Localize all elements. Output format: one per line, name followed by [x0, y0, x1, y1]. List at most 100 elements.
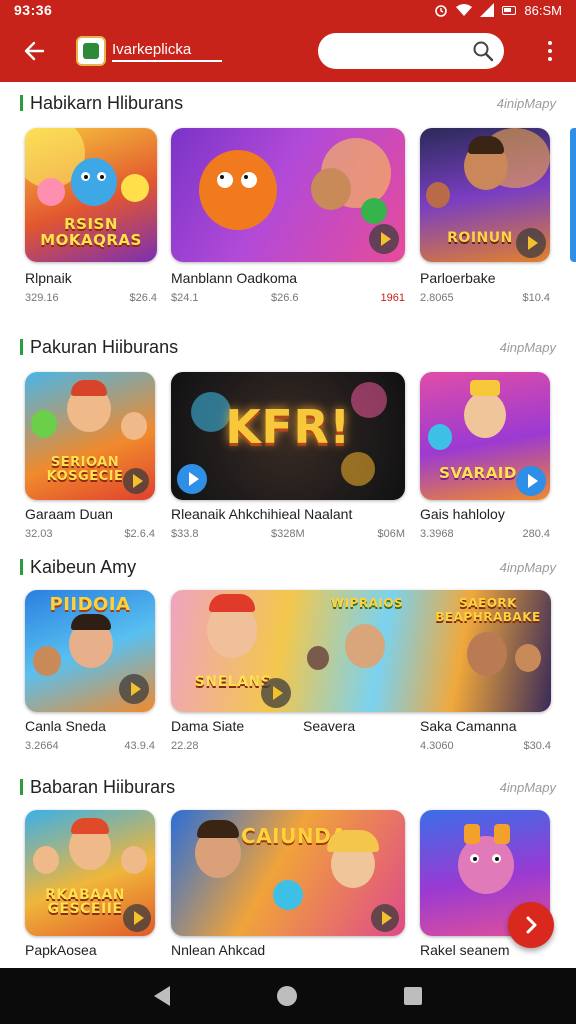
- alarm-icon: [435, 5, 448, 17]
- section-more-link[interactable]: 4inpMapy: [500, 780, 556, 795]
- next-fab-button[interactable]: [508, 902, 554, 948]
- game-meta-right: $2.6.4: [124, 528, 155, 540]
- play-button[interactable]: [119, 674, 149, 704]
- game-meta-left: 2.8065: [420, 292, 454, 304]
- section-more-link[interactable]: 4inpMapy: [500, 560, 556, 575]
- game-card[interactable]: KFR! Rleanaik Ahkchihieal Naalant $33.8 …: [171, 372, 405, 552]
- game-banner-text: CAIUNDA: [241, 824, 348, 848]
- game-title: Manblann Oadkoma: [171, 270, 298, 286]
- section-title: Habikarn Hliburans: [30, 92, 184, 113]
- section-title: Babaran Hiiburars: [30, 776, 176, 797]
- game-banner-text: RSISN MOKAQRAS: [40, 215, 142, 249]
- game-title: PapkAosea: [25, 942, 97, 958]
- game-thumbnail[interactable]: [171, 128, 405, 262]
- game-meta-left: $24.1: [171, 292, 199, 304]
- game-thumbnail[interactable]: KFR!: [171, 372, 405, 500]
- brand-name: Ivarkeplicka: [112, 41, 222, 62]
- game-card-wide[interactable]: SNELANS WIPRAIOS SAEORK BEAPHRABAKE Dama…: [171, 590, 551, 768]
- game-title: Gais hahloloy: [420, 506, 505, 522]
- game-title: Rakel seanem: [420, 942, 510, 958]
- game-thumbnail[interactable]: RSISN MOKAQRAS: [25, 128, 157, 262]
- game-thumbnail[interactable]: SERIOAN KOSGECIE: [25, 372, 155, 500]
- section-more-link[interactable]: 4inipMapy: [497, 96, 556, 111]
- game-card[interactable]: RSISN MOKAQRAS Rlpnaik 329.16 $26.4: [25, 128, 157, 318]
- play-button[interactable]: [123, 468, 149, 494]
- back-button[interactable]: [12, 29, 56, 73]
- game-title: Dama Siate: [171, 718, 245, 734]
- shopping-bag-icon: [76, 36, 106, 66]
- section-more-link[interactable]: 4inpMapy: [500, 340, 556, 355]
- game-title: Garaam Duan: [25, 506, 113, 522]
- game-meta-right: $26.6: [271, 292, 299, 304]
- game-meta-left: 22.28: [171, 740, 199, 752]
- game-title: Parloerbake: [420, 270, 496, 286]
- play-button[interactable]: [516, 228, 546, 258]
- game-meta-right: $10.4: [522, 292, 550, 304]
- game-meta-left: 3.2664: [25, 740, 59, 752]
- game-thumbnail[interactable]: RKABAAN GESCEIIE: [25, 810, 155, 936]
- game-thumbnail[interactable]: SNELANS WIPRAIOS SAEORK BEAPHRABAKE: [171, 590, 551, 712]
- game-card[interactable]: PIIDOIA Canla Sneda 3.2664 43.9.4: [25, 590, 155, 768]
- signal-icon: [480, 3, 495, 17]
- section-3: Kaibeun Amy 4inpMapy PIIDOIA Canla Sneda…: [0, 554, 576, 770]
- play-button[interactable]: [177, 464, 207, 494]
- game-thumbnail[interactable]: CAIUNDA: [171, 810, 405, 936]
- game-title: Rlpnaik: [25, 270, 72, 286]
- game-card[interactable]: SVARAID Gais hahloloy 3.3968 280.4: [420, 372, 550, 552]
- system-nav-bar: [0, 968, 576, 1024]
- game-meta-left: 3.3968: [420, 528, 454, 540]
- game-banner-text: KFR!: [225, 400, 351, 454]
- next-card-peek[interactable]: [570, 128, 576, 262]
- section-header: Habikarn Hliburans 4inipMapy: [20, 90, 556, 116]
- play-button[interactable]: [261, 678, 291, 708]
- game-card[interactable]: SERIOAN KOSGECIE Garaam Duan 32.03 $2.6.…: [25, 372, 155, 552]
- game-banner-text: WIPRAIOS: [330, 596, 404, 610]
- game-card[interactable]: Manblann Oadkoma $24.1 $26.6 1961: [171, 128, 405, 318]
- more-vert-icon[interactable]: [538, 36, 562, 66]
- battery-icon: [502, 5, 517, 15]
- game-meta-extra: 1961: [380, 292, 405, 304]
- game-thumbnail[interactable]: ROINUN: [420, 128, 550, 262]
- play-button[interactable]: [371, 904, 399, 932]
- game-meta-right: $26.4: [129, 292, 157, 304]
- game-meta-right: $30.4: [523, 740, 551, 752]
- app-bar: Ivarkeplicka: [0, 20, 576, 82]
- section-2: Pakuran Hiiburans 4inpMapy SERIOAN KOSGE…: [0, 334, 576, 554]
- arrow-left-icon: [24, 41, 45, 61]
- section-1: Habikarn Hliburans 4inipMapy RSISN MOKAQ…: [0, 90, 576, 320]
- play-button[interactable]: [516, 466, 546, 496]
- game-meta-right: 43.9.4: [124, 740, 155, 752]
- game-thumbnail[interactable]: PIIDOIA: [25, 590, 155, 712]
- game-banner-text: SAEORK BEAPHRABAKE: [435, 596, 541, 624]
- nav-back-icon[interactable]: [153, 986, 170, 1006]
- content-scroll[interactable]: Habikarn Hliburans 4inipMapy RSISN MOKAQ…: [0, 82, 576, 968]
- game-card[interactable]: CAIUNDA Nnlean Ahkcad: [171, 810, 405, 966]
- game-meta-right: $328M: [271, 528, 305, 540]
- section-title: Pakuran Hiiburans: [30, 336, 179, 357]
- game-title: Seavera: [303, 718, 356, 734]
- search-icon[interactable]: [472, 40, 494, 62]
- game-title: Canla Sneda: [25, 718, 106, 734]
- game-banner-text: SVARAID: [439, 464, 517, 482]
- search-input[interactable]: [318, 33, 504, 69]
- game-card[interactable]: ROINUN Parloerbake 2.8065 $10.4: [420, 128, 550, 318]
- game-meta-right: 280.4: [522, 528, 550, 540]
- section-accent-bar: [20, 95, 23, 111]
- section-accent-bar: [20, 339, 23, 355]
- section-accent-bar: [20, 779, 23, 795]
- nav-recents-icon[interactable]: [404, 987, 423, 1005]
- game-meta-left: $33.8: [171, 528, 199, 540]
- section-header: Pakuran Hiiburans 4inpMapy: [20, 334, 556, 360]
- play-button[interactable]: [123, 904, 151, 932]
- game-meta-extra: $06M: [377, 528, 405, 540]
- status-bar: 93:36 86:SM: [0, 0, 576, 20]
- game-banner-text: ROINUN: [447, 230, 513, 246]
- play-button[interactable]: [369, 224, 399, 254]
- nav-home-icon[interactable]: [276, 986, 297, 1006]
- section-header: Kaibeun Amy 4inpMapy: [20, 554, 556, 580]
- game-card[interactable]: RKABAAN GESCEIIE PapkAosea: [25, 810, 155, 966]
- brand[interactable]: Ivarkeplicka: [76, 36, 222, 66]
- game-thumbnail[interactable]: SVARAID: [420, 372, 550, 500]
- status-icons: 86:SM: [434, 3, 562, 18]
- game-title: Nnlean Ahkcad: [171, 942, 266, 958]
